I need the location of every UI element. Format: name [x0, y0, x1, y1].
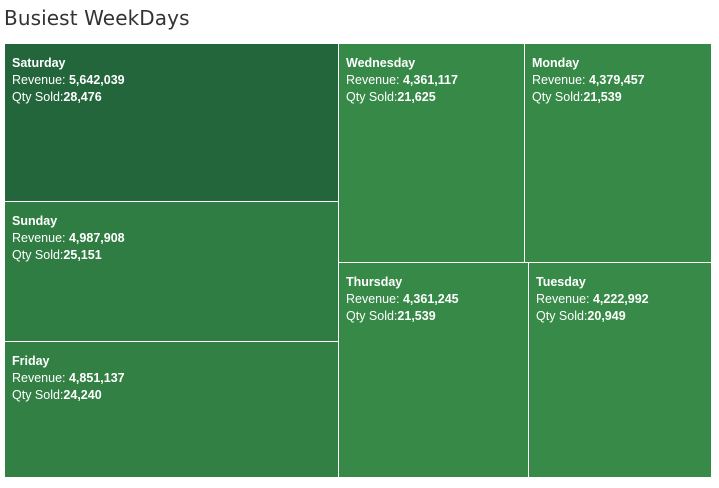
revenue-value: 4,851,137 — [68, 371, 125, 385]
revenue-value: 4,987,908 — [68, 231, 125, 245]
qty-value: 21,539 — [583, 90, 622, 104]
revenue-prefix: Revenue: — [532, 73, 589, 87]
revenue-prefix: Revenue: — [346, 292, 403, 306]
tile-sunday[interactable]: Sunday Revenue: 4,987,908 Qty Sold:25,151 — [5, 202, 339, 342]
revenue-prefix: Revenue: — [346, 73, 403, 87]
tile-day-label: Tuesday — [536, 275, 586, 289]
tile-tuesday[interactable]: Tuesday Revenue: 4,222,992 Qty Sold:20,949 — [529, 263, 712, 478]
revenue-value: 4,361,117 — [402, 73, 458, 87]
qty-prefix: Qty Sold: — [12, 248, 64, 262]
revenue-value: 4,361,245 — [402, 292, 459, 306]
qty-prefix: Qty Sold: — [12, 388, 64, 402]
tile-day-label: Wednesday — [346, 56, 416, 70]
revenue-prefix: Revenue: — [12, 73, 69, 87]
qty-prefix: Qty Sold: — [536, 309, 588, 323]
tile-revenue: Revenue: 4,222,992 — [536, 291, 711, 308]
revenue-prefix: Revenue: — [536, 292, 593, 306]
tile-qty: Qty Sold:20,949 — [536, 308, 711, 325]
tile-revenue: Revenue: 5,642,039 — [12, 72, 338, 89]
tile-revenue: Revenue: 4,851,137 — [12, 370, 338, 387]
qty-value: 24,240 — [63, 388, 102, 402]
revenue-value: 5,642,039 — [68, 73, 125, 87]
tile-revenue: Revenue: 4,379,457 — [532, 72, 711, 89]
tile-revenue: Revenue: 4,361,117 — [346, 72, 524, 89]
revenue-value: 4,222,992 — [592, 292, 649, 306]
tile-qty: Qty Sold:24,240 — [12, 387, 338, 404]
tile-day-label: Monday — [532, 56, 580, 70]
tile-saturday[interactable]: Saturday Revenue: 5,642,039 Qty Sold:28,47… — [5, 44, 339, 202]
tile-revenue: Revenue: 4,361,245 — [346, 291, 528, 308]
tile-day-label: Friday — [12, 354, 50, 368]
revenue-prefix: Revenue: — [12, 371, 69, 385]
qty-value: 21,625 — [397, 90, 436, 104]
tile-day-label: Sunday — [12, 214, 58, 228]
tile-day-label: Thursday — [346, 275, 403, 289]
revenue-prefix: Revenue: — [12, 231, 69, 245]
tile-qty: Qty Sold:28,476 — [12, 89, 338, 106]
treemap: Saturday Revenue: 5,642,039 Qty Sold:28,47… — [5, 44, 712, 478]
tile-friday[interactable]: Friday Revenue: 4,851,137 Qty Sold:24,240 — [5, 342, 339, 478]
qty-value: 20,949 — [587, 309, 626, 323]
qty-value: 28,476 — [63, 90, 102, 104]
chart-title: Busiest WeekDays — [4, 6, 190, 30]
revenue-value: 4,379,457 — [588, 73, 645, 87]
qty-value: 25,151 — [63, 248, 102, 262]
tile-revenue: Revenue: 4,987,908 — [12, 230, 338, 247]
tile-monday[interactable]: Monday Revenue: 4,379,457 Qty Sold:21,539 — [525, 44, 712, 263]
tile-day-label: Saturday — [12, 56, 66, 70]
qty-prefix: Qty Sold: — [532, 90, 584, 104]
tile-thursday[interactable]: Thursday Revenue: 4,361,245 Qty Sold:21,53… — [339, 263, 529, 478]
tile-qty: Qty Sold:21,539 — [346, 308, 528, 325]
qty-prefix: Qty Sold: — [346, 90, 398, 104]
tile-qty: Qty Sold:25,151 — [12, 247, 338, 264]
tile-qty: Qty Sold:21,625 — [346, 89, 524, 106]
tile-qty: Qty Sold:21,539 — [532, 89, 711, 106]
qty-prefix: Qty Sold: — [12, 90, 64, 104]
qty-prefix: Qty Sold: — [346, 309, 398, 323]
tile-wednesday[interactable]: Wednesday Revenue: 4,361,117 Qty Sold:21,6… — [339, 44, 525, 263]
qty-value: 21,539 — [397, 309, 436, 323]
